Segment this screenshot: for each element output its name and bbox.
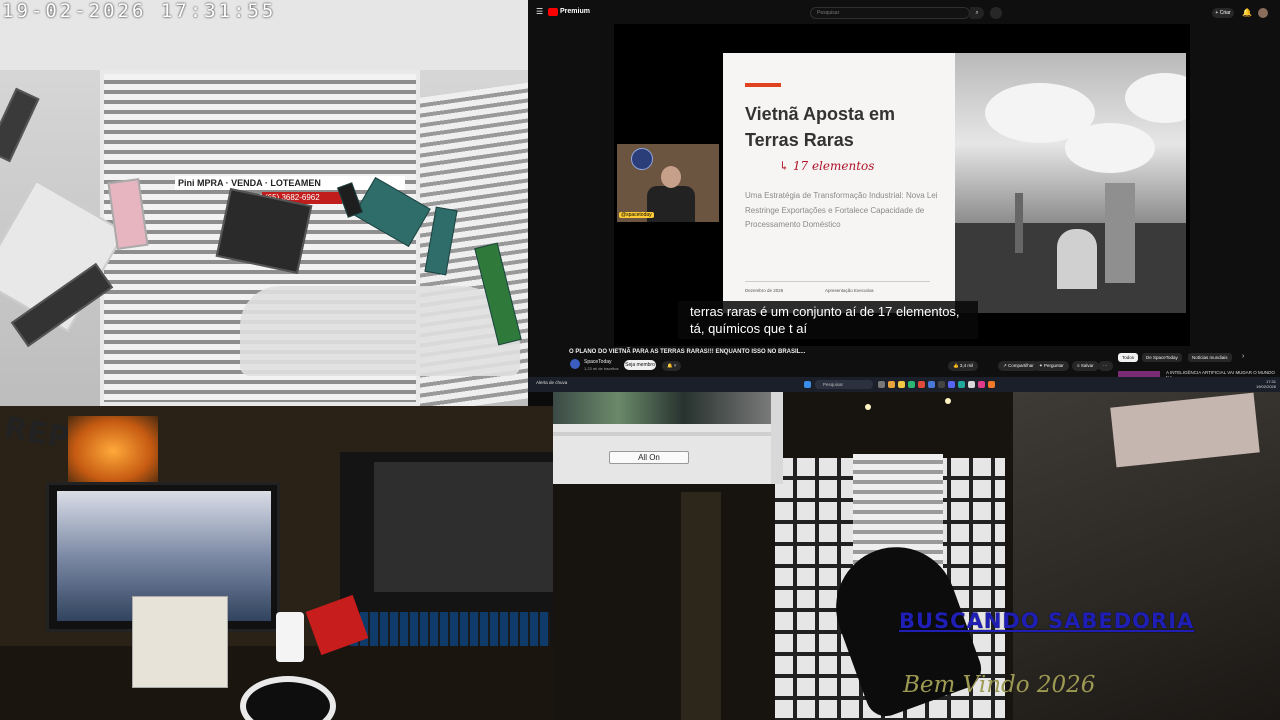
webcam-handle-tag: @spacetoday [619, 212, 654, 218]
slide-text-panel: Vietnã Aposta em Terras Raras ↳ 17 eleme… [723, 53, 955, 313]
search-input[interactable]: Pesquisar [810, 7, 970, 19]
popup-preview-image [553, 392, 771, 424]
youtube-window: ☰ Premium Pesquisar ⌕ + Criar 🔔 Vietnã A… [528, 0, 1280, 392]
like-button[interactable]: 👍 3,4 mil [948, 361, 979, 371]
search-button[interactable]: ⌕ [970, 7, 984, 19]
widgets-icon[interactable] [888, 381, 895, 388]
chip-world-news[interactable]: Notícias mundiais [1188, 353, 1232, 362]
hanging-laptop-left [0, 87, 40, 163]
save-button[interactable]: ≡ Salvar [1072, 361, 1099, 371]
monitor-screen [374, 462, 553, 592]
task-view-icon[interactable] [878, 381, 885, 388]
notifications-bell-icon[interactable]: 🔔 [1242, 8, 1252, 18]
slide-footer-label: Apresentação Executiva [825, 288, 874, 293]
photo-tank [1057, 229, 1097, 289]
share-icon: ↗ [1003, 363, 1007, 368]
presenter-webcam: @spacetoday [617, 144, 719, 222]
channel-logo-icon [631, 148, 653, 170]
share-button[interactable]: ↗ Compartilhar [998, 361, 1039, 371]
youtube-logo-icon[interactable] [548, 8, 558, 16]
sparkle-icon: ✦ [1039, 363, 1043, 368]
store-icon[interactable] [928, 381, 935, 388]
save-icon: ≡ [1077, 363, 1080, 368]
popup-divider [553, 432, 771, 436]
obs-icon[interactable] [938, 381, 945, 388]
overlay-title-text: BUSCANDO SABEDORIA [899, 609, 1195, 633]
edge-icon[interactable] [908, 381, 915, 388]
weather-alert-text: Alerta de chuva [536, 380, 568, 385]
chrome-icon[interactable] [918, 381, 925, 388]
microphone-icon[interactable] [990, 7, 1002, 19]
video-caption: terras raras é um conjunto aí de 17 elem… [678, 301, 978, 339]
search-icon: ⌕ [975, 10, 979, 16]
clock-date: 19/02/2026 [1255, 384, 1276, 389]
taskbar-search[interactable]: Pesquisar [815, 380, 873, 389]
wood-post [681, 492, 721, 720]
ask-label: Perguntar [1044, 363, 1064, 368]
all-on-button[interactable]: All On [609, 451, 689, 464]
slide-title: Vietnã Aposta em Terras Raras [745, 104, 896, 150]
photo-stack [1015, 193, 1023, 253]
youtube-top-bar: ☰ Premium Pesquisar ⌕ + Criar 🔔 [528, 0, 1280, 24]
photo-cloud [1065, 123, 1155, 173]
slide-footer-date: Dezembro de 2025 [745, 288, 784, 293]
explorer-icon[interactable] [898, 381, 905, 388]
slide-handwritten-note: ↳ 17 elementos [779, 159, 875, 173]
parked-car [240, 286, 520, 376]
video-title: O PLANO DO VIETNÃ PARA AS TERRAS RARAS!!… [569, 349, 806, 355]
camera-timestamp: 19-02-2026 17:31:55 [2, 0, 277, 22]
wall-graffiti: REP [1, 410, 73, 457]
menu-icon[interactable]: ☰ [536, 8, 544, 16]
popup-scrollbar[interactable] [771, 392, 783, 484]
notification-bell-button[interactable]: 🔔 ˅ [662, 361, 682, 371]
photo-cloud [1125, 73, 1186, 123]
ask-button[interactable]: ✦ Perguntar [1034, 361, 1069, 371]
presentation-slide: Vietnã Aposta em Terras Raras ↳ 17 eleme… [723, 53, 1186, 313]
settings-popup: All On [553, 392, 783, 484]
string-light [865, 404, 871, 410]
chip-from-channel[interactable]: De SpaceToday [1142, 353, 1182, 362]
slide-accent-bar [745, 83, 781, 87]
string-light [945, 398, 951, 404]
like-count: 3,4 mil [959, 363, 974, 368]
overlay-welcome-text: Bem Vindo 2026 [903, 672, 1096, 698]
presenter-head [661, 166, 681, 188]
presenter-body [647, 186, 695, 222]
slide-subtitle: Uma Estratégia de Transformação Industri… [745, 191, 938, 229]
share-label: Compartilhar [1008, 363, 1034, 368]
more-options-button[interactable]: ⋯ [1098, 361, 1113, 371]
taskbar-clock[interactable]: 17:31 19/02/2026 [1250, 379, 1276, 389]
channel-name[interactable]: SpaceToday [584, 359, 612, 365]
channel-avatar[interactable] [570, 359, 580, 369]
slide-factory-photo [955, 53, 1186, 313]
app-icon[interactable] [958, 381, 965, 388]
discord-icon[interactable] [948, 381, 955, 388]
start-icon[interactable] [804, 381, 811, 388]
join-button[interactable]: Seja membro [624, 360, 656, 370]
desk-calendar [132, 596, 228, 688]
slide-divider [745, 281, 930, 282]
app-icon[interactable] [968, 381, 975, 388]
account-avatar[interactable] [1258, 8, 1268, 18]
desk-bottle [276, 612, 304, 662]
weather-alert[interactable]: Alerta de chuva [536, 380, 567, 385]
photo-silo [1105, 183, 1135, 283]
lamp-glow [68, 416, 158, 486]
chevron-right-icon[interactable]: › [1242, 353, 1244, 360]
create-button[interactable]: + Criar [1212, 8, 1234, 18]
app-icon[interactable] [978, 381, 985, 388]
camera-feed-front-gate: Pini MPRA · VENDA · LOTEAMEN (65) 3682-6… [0, 0, 528, 406]
chip-all[interactable]: Todos [1118, 353, 1139, 362]
like-icon: 👍 [953, 363, 959, 368]
app-icon[interactable] [988, 381, 995, 388]
youtube-logo-text[interactable]: Premium [560, 8, 590, 15]
save-label: Salvar [1080, 363, 1094, 368]
channel-subscribers: 1,23 mi de inscritos [584, 366, 619, 371]
camera-feed-studio: REP [0, 406, 553, 720]
